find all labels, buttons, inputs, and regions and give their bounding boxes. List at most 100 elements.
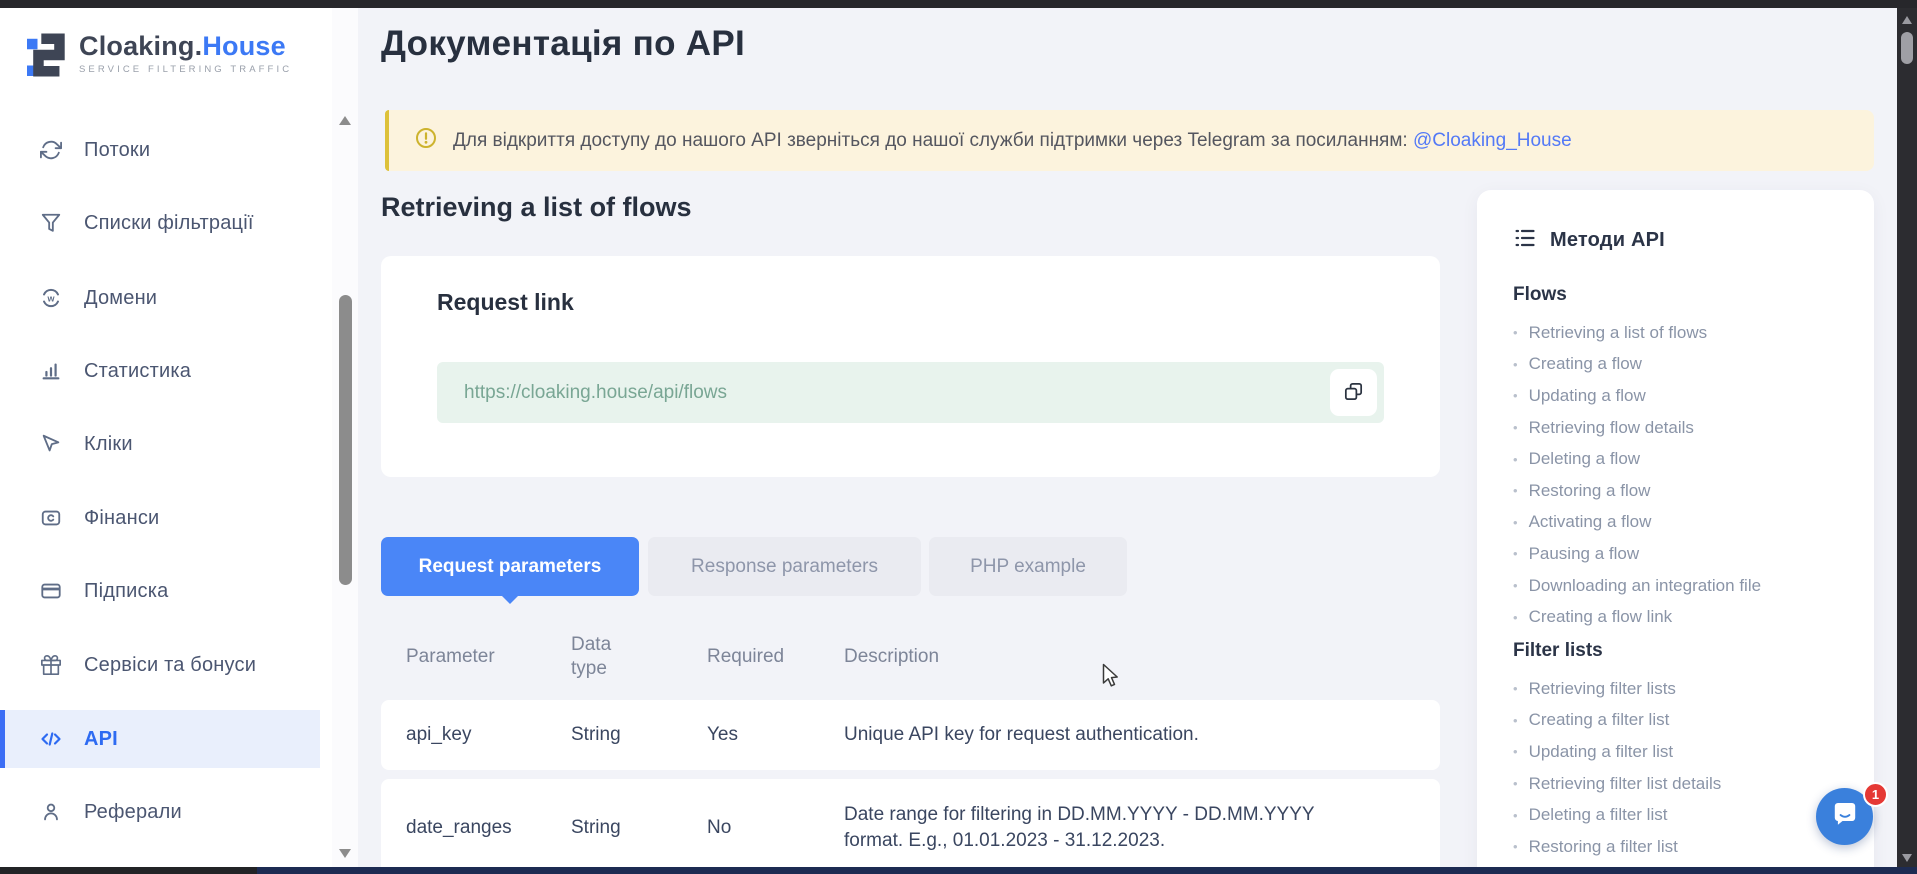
clicks-icon (38, 433, 64, 455)
chat-bubble-icon (1830, 799, 1860, 834)
table-header-row: Parameter Data type Required Description (381, 628, 1440, 686)
methods-section-filter-lists: Filter lists (1513, 640, 1848, 662)
copy-url-button[interactable] (1330, 369, 1377, 416)
sidebar-scrollbar-thumb[interactable] (339, 295, 352, 585)
request-url: https://cloaking.house/api/flows (464, 382, 727, 404)
scroll-down-arrow[interactable] (339, 849, 351, 858)
domains-icon: w (38, 286, 64, 310)
tab-response-parameters[interactable]: Response parameters (648, 537, 921, 596)
warning-icon (415, 127, 437, 154)
cell-parameter: date_ranges (406, 817, 571, 839)
mouse-cursor (1102, 663, 1126, 694)
page-scrollbar[interactable] (1897, 8, 1917, 867)
method-link[interactable]: Retrieving filter list details (1513, 768, 1848, 800)
cell-description: Date range for filtering in DD.MM.YYYY -… (844, 802, 1384, 853)
filter-icon (38, 212, 64, 234)
scroll-up-arrow[interactable] (339, 116, 351, 125)
svg-text:w: w (46, 294, 55, 304)
method-link[interactable]: Activating a flow (1513, 507, 1848, 539)
request-link-title: Request link (437, 289, 574, 316)
method-link[interactable]: Updating a flow (1513, 380, 1848, 412)
sidebar-item-services-bonuses[interactable]: Сервіси та бонуси (0, 636, 320, 694)
page-scrollbar-thumb[interactable] (1901, 32, 1913, 64)
code-icon (38, 727, 64, 751)
col-required: Required (707, 646, 844, 668)
methods-panel-title: Методи API (1550, 229, 1665, 252)
tab-request-parameters[interactable]: Request parameters (381, 537, 639, 596)
cloaking-house-logo-icon (27, 30, 69, 85)
copy-icon (1342, 380, 1365, 406)
sidebar-item-label: API (84, 728, 118, 751)
sidebar-item-label: Списки фільтрації (84, 212, 254, 235)
col-parameter: Parameter (406, 646, 571, 668)
col-description: Description (844, 646, 1440, 668)
sidebar-item-label: Реферали (84, 801, 182, 824)
method-link[interactable]: Deleting a filter list (1513, 799, 1848, 831)
sidebar-item-label: Статистика (84, 360, 191, 383)
tab-label: PHP example (970, 556, 1086, 578)
subscription-icon (38, 580, 64, 602)
window-bottom-edge (0, 867, 257, 874)
finance-icon (38, 507, 64, 529)
sidebar-item-label: Домени (84, 287, 157, 310)
person-icon (38, 801, 64, 823)
sidebar-item-label: Підписка (84, 580, 168, 603)
sidebar-item-domains[interactable]: w Домени (0, 269, 320, 327)
request-url-field[interactable]: https://cloaking.house/api/flows (437, 362, 1384, 423)
tab-label: Request parameters (419, 556, 602, 578)
sidebar-item-api[interactable]: API (0, 710, 320, 768)
section-title: Retrieving a list of flows (381, 192, 692, 223)
list-icon (1513, 226, 1537, 255)
sidebar-item-statistics[interactable]: Статистика (0, 342, 320, 400)
method-link[interactable]: Pausing a flow (1513, 538, 1848, 570)
table-row: date_ranges String No Date range for fil… (381, 779, 1440, 874)
sidebar-item-label: Сервіси та бонуси (84, 654, 256, 677)
table-row: api_key String Yes Unique API key for re… (381, 700, 1440, 770)
method-link[interactable]: Creating a flow link (1513, 601, 1848, 633)
window-top-edge (0, 0, 1917, 8)
gift-icon (38, 654, 64, 676)
tab-label: Response parameters (691, 556, 878, 578)
methods-section-flows: Flows (1513, 284, 1848, 306)
method-link[interactable]: Downloading an integration file (1513, 570, 1848, 602)
methods-list: Flows Retrieving a list of flows Creatin… (1513, 284, 1848, 870)
sidebar-scrollbar[interactable] (332, 8, 358, 867)
stats-icon (38, 360, 64, 382)
brand-name: Cloaking.House (79, 30, 292, 62)
chat-unread-badge: 1 (1863, 782, 1888, 807)
sidebar-item-finance[interactable]: Фінанси (0, 489, 320, 547)
alert-text: Для відкриття доступу до нашого API звер… (453, 130, 1572, 152)
logo[interactable]: Cloaking.House SERVICE FILTERING TRAFFIC (27, 30, 292, 85)
sidebar-item-subscription[interactable]: Підписка (0, 562, 320, 620)
tab-php-example[interactable]: PHP example (929, 537, 1127, 596)
method-link[interactable]: Creating a flow (1513, 349, 1848, 381)
cell-description: Unique API key for request authenticatio… (844, 722, 1384, 748)
method-link[interactable]: Updating a filter list (1513, 736, 1848, 768)
cell-data-type: String (571, 724, 707, 746)
sidebar: Cloaking.House SERVICE FILTERING TRAFFIC… (0, 8, 332, 867)
methods-panel-header: Методи API (1513, 226, 1665, 255)
method-link[interactable]: Retrieving flow details (1513, 412, 1848, 444)
sidebar-item-clicks[interactable]: Кліки (0, 415, 320, 473)
sidebar-item-label: Потоки (84, 139, 150, 162)
method-link[interactable]: Creating a filter list (1513, 705, 1848, 737)
scroll-up-arrow[interactable] (1902, 16, 1912, 24)
api-access-alert: Для відкриття доступу до нашого API звер… (385, 110, 1874, 171)
cell-data-type: String (571, 817, 707, 839)
method-link[interactable]: Retrieving filter lists (1513, 673, 1848, 705)
cell-required: Yes (707, 724, 844, 746)
scroll-down-arrow[interactable] (1902, 854, 1912, 862)
brand-tagline: SERVICE FILTERING TRAFFIC (79, 64, 292, 75)
sidebar-item-referrals[interactable]: Реферали (0, 783, 320, 841)
sync-icon (38, 139, 64, 161)
telegram-link[interactable]: @Cloaking_House (1413, 130, 1572, 151)
cell-parameter: api_key (406, 724, 571, 746)
method-link[interactable]: Restoring a filter list (1513, 831, 1848, 863)
method-link[interactable]: Deleting a flow (1513, 443, 1848, 475)
sidebar-item-filter-lists[interactable]: Списки фільтрації (0, 194, 320, 252)
method-link[interactable]: Restoring a flow (1513, 475, 1848, 507)
method-link[interactable]: Retrieving a list of flows (1513, 317, 1848, 349)
sidebar-item-flows[interactable]: Потоки (0, 121, 320, 179)
page-title: Документація по API (381, 24, 745, 64)
sidebar-item-label: Кліки (84, 433, 133, 456)
